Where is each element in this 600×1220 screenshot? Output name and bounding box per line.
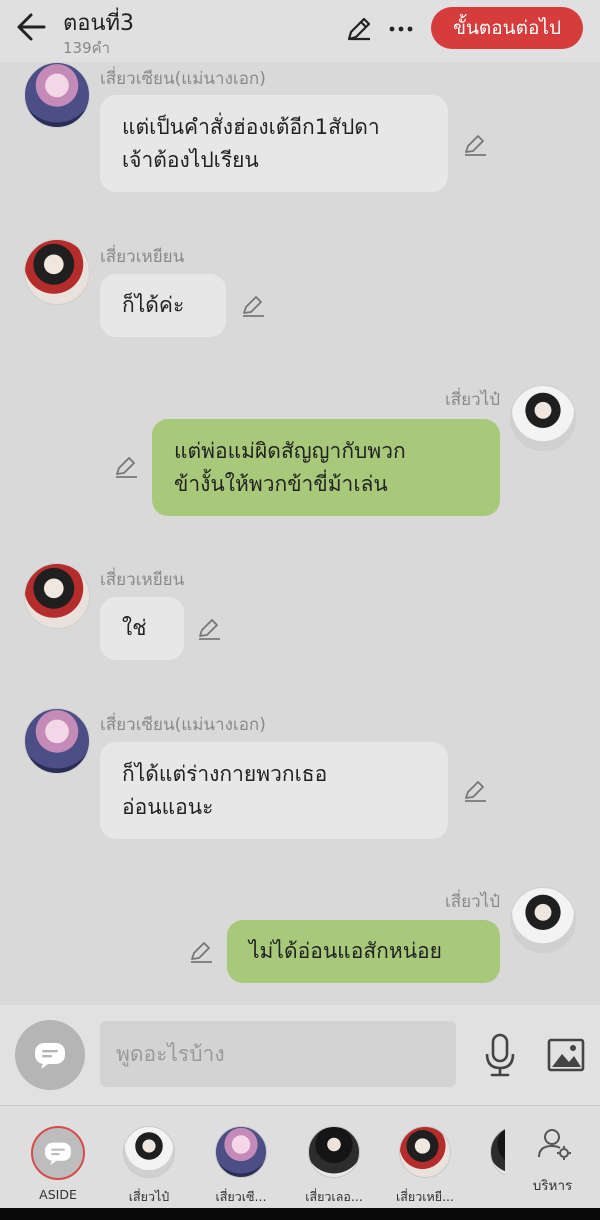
message-text: ก็ได้ค่ะ xyxy=(122,293,185,317)
aside-avatar xyxy=(31,1126,85,1180)
avatar xyxy=(215,1126,267,1178)
character-label: ASIDE xyxy=(39,1187,77,1202)
edit-message-icon[interactable] xyxy=(462,132,488,158)
avatar-xiaoxian[interactable] xyxy=(24,62,90,128)
input-bar: พูดอะไรบ้าง xyxy=(0,1005,600,1105)
edit-message-icon[interactable] xyxy=(240,293,266,319)
edit-message-icon[interactable] xyxy=(113,454,139,480)
sender-name: เสี่ยวเซียน(แม่นางเอก) xyxy=(100,69,266,89)
sender-name: เสี่ยวไป๋ xyxy=(444,892,500,912)
manage-label: บริหาร xyxy=(532,1178,573,1194)
character-label: เสี่ยวไป๋ xyxy=(128,1189,170,1204)
edit-pencil-icon[interactable] xyxy=(344,14,374,44)
manage-button[interactable]: บริหาร xyxy=(505,1106,600,1206)
sender-name: เสี่ยวเหยียน xyxy=(100,247,185,267)
chat-area[interactable]: เสี่ยวเซียน(แม่นางเอก) แต่เป็นคำสั่งฮ่อง… xyxy=(0,62,600,1005)
microphone-icon[interactable] xyxy=(482,1032,518,1078)
character-label: เสี่ยวเซี... xyxy=(215,1189,267,1204)
back-arrow-icon[interactable] xyxy=(14,10,50,44)
avatar-xiaopai[interactable] xyxy=(510,385,576,451)
avatar xyxy=(308,1126,360,1178)
message-bubble[interactable]: แต่เป็นคำสั่งฮ่องเต้อีก1สัปดา เจ้าต้องไป… xyxy=(100,95,448,192)
character-xiaole[interactable]: เสี่ยวเลอ... xyxy=(288,1106,378,1206)
edit-message-icon[interactable] xyxy=(196,616,222,642)
character-xiaopai[interactable]: เสี่ยวไป๋ xyxy=(103,1106,193,1206)
character-label: เสี่ยวเลอ... xyxy=(305,1189,363,1204)
avatar-xiaopai[interactable] xyxy=(510,887,576,953)
avatar xyxy=(399,1126,451,1178)
sender-name: เสี่ยวเซียน(แม่นางเอก) xyxy=(100,715,266,735)
chat-bubble-icon xyxy=(45,1142,71,1166)
message-bubble[interactable]: แต่พ่อแม่ผิดสัญญากับพวก ข้างั้นให้พวกข้า… xyxy=(152,419,500,516)
character-partial[interactable] xyxy=(470,1106,510,1206)
avatar xyxy=(123,1126,175,1178)
message-text: ใช่ xyxy=(122,616,147,640)
avatar-xiaoyian[interactable] xyxy=(24,563,90,629)
system-navigation-strip xyxy=(0,1208,600,1220)
message-bubble[interactable]: ใช่ xyxy=(100,597,184,660)
image-upload-icon[interactable] xyxy=(546,1035,586,1075)
word-count: 139คำ xyxy=(63,39,111,57)
message-bubble[interactable]: ก็ได้ค่ะ xyxy=(100,274,226,337)
message-text: ก็ได้แต่ร่างกายพวกเธอ อ่อนแอนะ xyxy=(122,761,328,819)
message-input[interactable]: พูดอะไรบ้าง xyxy=(100,1021,456,1087)
character-bar: ASIDE เสี่ยวไป๋ เสี่ยวเซี... เสี่ยวเลอ..… xyxy=(0,1105,600,1208)
message-bubble[interactable]: ไม่ได้อ่อนแอสักหน่อย xyxy=(227,920,500,983)
message-text: ไม่ได้อ่อนแอสักหน่อย xyxy=(249,939,442,963)
character-xiaoxian[interactable]: เสี่ยวเซี... xyxy=(195,1106,285,1206)
episode-title: ตอนที่3 xyxy=(63,11,135,36)
top-bar: ตอนที่3 139คำ ขั้นตอนต่อไป xyxy=(0,0,600,62)
message-text: แต่เป็นคำสั่งฮ่องเต้อีก1สัปดา เจ้าต้องไป… xyxy=(122,114,380,172)
sender-name: เสี่ยวเหยียน xyxy=(100,570,185,590)
more-options-icon[interactable] xyxy=(386,14,416,44)
character-xiaoyian[interactable]: เสี่ยวเหยี... xyxy=(379,1106,469,1206)
aside-toggle-button[interactable] xyxy=(15,1020,85,1090)
character-label: เสี่ยวเหยี... xyxy=(395,1189,454,1204)
edit-message-icon[interactable] xyxy=(188,939,214,965)
message-text: แต่พ่อแม่ผิดสัญญากับพวก ข้างั้นให้พวกข้า… xyxy=(174,438,406,496)
edit-message-icon[interactable] xyxy=(462,778,488,804)
user-settings-icon xyxy=(538,1129,571,1160)
chat-bubble-icon xyxy=(35,1043,65,1069)
sender-name: เสี่ยวไป๋ xyxy=(444,390,500,410)
next-step-button[interactable]: ขั้นตอนต่อไป xyxy=(431,7,583,49)
avatar-xiaoxian[interactable] xyxy=(24,708,90,774)
avatar-xiaoyian[interactable] xyxy=(24,239,90,305)
character-aside[interactable]: ASIDE xyxy=(0,1106,115,1206)
message-bubble[interactable]: ก็ได้แต่ร่างกายพวกเธอ อ่อนแอนะ xyxy=(100,742,448,839)
